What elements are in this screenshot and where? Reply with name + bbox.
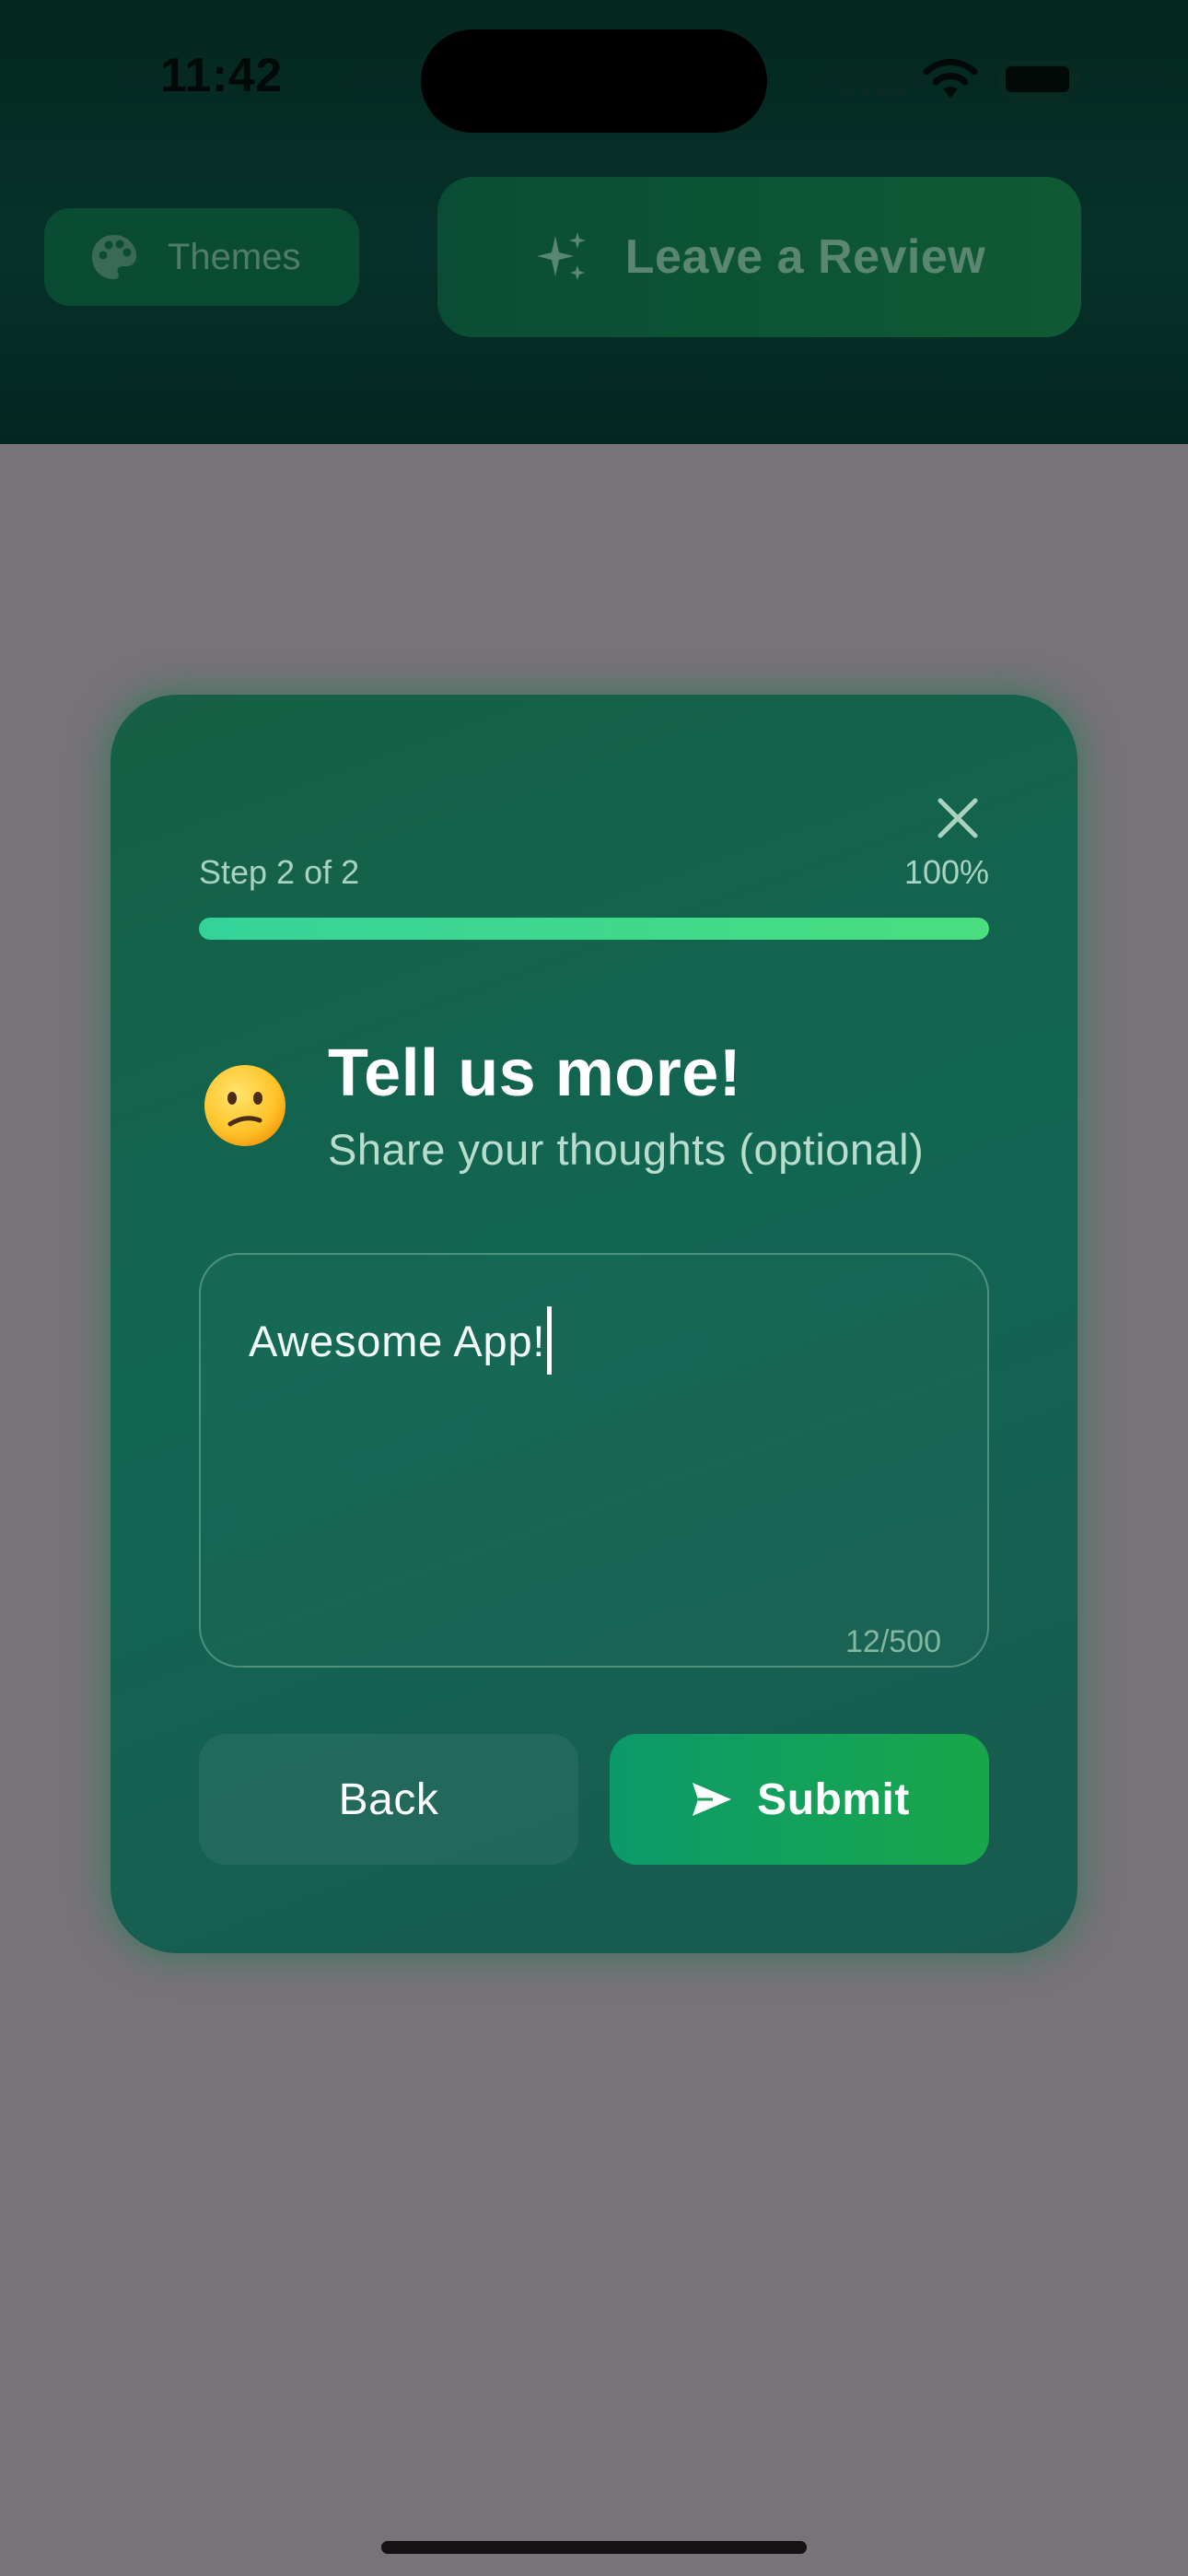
confused-face-icon	[204, 1065, 285, 1146]
modal-title: Tell us more!	[328, 1036, 742, 1110]
wifi-icon	[923, 58, 978, 98]
modal-subtitle: Share your thoughts (optional)	[328, 1125, 925, 1174]
step-label: Step 2 of 2	[199, 853, 360, 891]
cellular-signal-icon	[843, 87, 907, 98]
feedback-value: Awesome App!	[249, 1316, 546, 1365]
status-time: 11:42	[160, 49, 283, 102]
submit-label: Submit	[757, 1774, 910, 1824]
dynamic-island	[421, 29, 767, 133]
progress-fill	[199, 918, 989, 940]
battery-icon	[1000, 61, 1080, 98]
leave-review-label: Leave a Review	[624, 230, 986, 284]
feedback-textarea[interactable]: Awesome App! 12/500	[199, 1253, 989, 1668]
app-header: 11:42 Themes Leave a Review	[0, 0, 1188, 444]
back-button[interactable]: Back	[199, 1734, 578, 1865]
close-icon	[938, 798, 978, 838]
feedback-text-value: Awesome App!	[249, 1306, 553, 1375]
send-icon	[693, 1783, 732, 1816]
home-indicator[interactable]	[381, 2541, 807, 2554]
sparkles-icon	[536, 232, 586, 280]
palette-icon	[92, 235, 136, 279]
progress-bar	[199, 918, 989, 940]
submit-button[interactable]: Submit	[610, 1734, 989, 1865]
character-count: 12/500	[845, 1624, 941, 1659]
review-modal: Step 2 of 2 100% Tell us more! Share you…	[111, 695, 1077, 1953]
progress-percent: 100%	[903, 853, 989, 891]
text-caret	[547, 1306, 553, 1375]
themes-button[interactable]: Themes	[44, 208, 359, 306]
themes-label: Themes	[168, 236, 301, 277]
leave-review-button[interactable]: Leave a Review	[437, 177, 1081, 337]
close-button[interactable]	[926, 787, 989, 849]
